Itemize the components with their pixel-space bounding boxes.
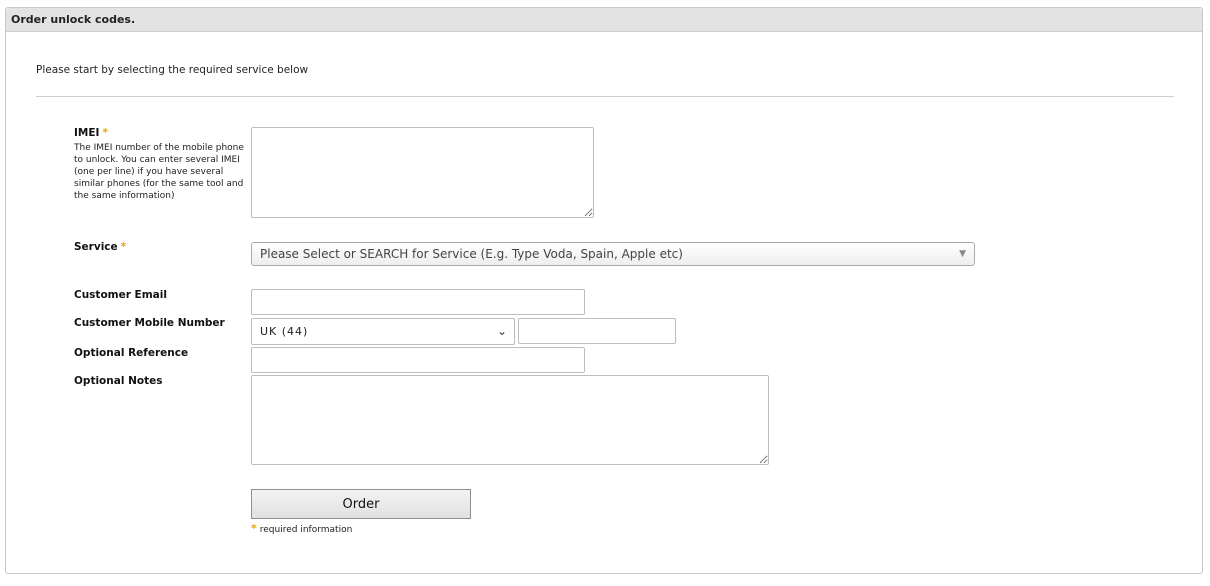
country-code-select[interactable]: UK (44) ⌄ (251, 318, 515, 345)
required-star: * (120, 241, 127, 253)
required-star: * (251, 522, 257, 535)
mobile-number-field[interactable] (518, 318, 676, 344)
chevron-down-icon: ⌄ (496, 324, 508, 338)
optional-reference-label: Optional Reference (74, 347, 189, 359)
optional-notes-label: Optional Notes (74, 375, 163, 387)
divider (36, 96, 1174, 97)
optional-notes-input[interactable] (251, 375, 769, 465)
service-placeholder: Please Select or SEARCH for Service (E.g… (260, 247, 683, 261)
service-label: Service * (74, 241, 126, 253)
optional-reference-field[interactable] (251, 347, 585, 373)
triangle-down-icon: ▼ (959, 249, 966, 259)
customer-email-field[interactable] (251, 289, 585, 315)
intro-text: Please start by selecting the required s… (36, 64, 309, 76)
country-code-value: UK (44) (260, 325, 309, 338)
required-star: * (102, 127, 108, 139)
service-select[interactable]: Please Select or SEARCH for Service (E.g… (251, 242, 975, 266)
required-info-text: required information (259, 525, 353, 535)
required-info-note: * required information (251, 522, 352, 535)
order-button[interactable]: Order (251, 489, 471, 519)
imei-label-text: IMEI (74, 127, 100, 139)
service-label-text: Service (74, 241, 118, 253)
customer-email-label: Customer Email (74, 289, 167, 301)
order-panel: Order unlock codes. Please start by sele… (5, 7, 1203, 574)
panel-title: Order unlock codes. (6, 8, 1202, 32)
imei-help-text: The IMEI number of the mobile phone to u… (74, 143, 244, 201)
customer-mobile-label: Customer Mobile Number (74, 317, 225, 329)
imei-input[interactable] (251, 127, 594, 218)
imei-label: IMEI * (74, 127, 108, 139)
